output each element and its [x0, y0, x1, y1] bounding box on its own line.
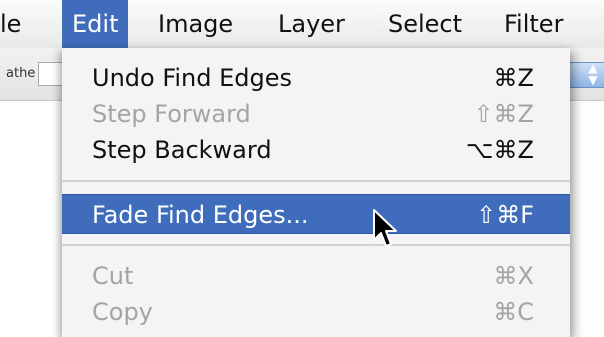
- menu-item-label: Step Backward: [92, 136, 272, 164]
- menu-item-fade[interactable]: Fade Find Edges... ⇧⌘F: [62, 194, 570, 234]
- arrow-pointer-icon: [373, 209, 397, 247]
- menu-item-shortcut: ⌘X: [493, 262, 534, 290]
- menu-item-undo[interactable]: Undo Find Edges ⌘Z: [62, 58, 570, 96]
- menu-item-label: Copy: [92, 298, 153, 326]
- feather-label: athe: [6, 66, 36, 81]
- menu-item-shortcut: ⇧⌘F: [476, 201, 534, 229]
- menubar-item-file[interactable]: le: [0, 0, 31, 48]
- menu-item-label: Fade Find Edges...: [92, 201, 309, 229]
- menu-item-label: Step Forward: [92, 100, 251, 128]
- menu-item-shortcut: ⌥⌘Z: [465, 136, 534, 164]
- menu-bar: le Edit Image Layer Select Filter: [0, 0, 604, 49]
- menu-item-shortcut: ⌘C: [493, 298, 534, 326]
- menubar-item-image[interactable]: Image: [148, 0, 243, 48]
- menu-separator: [62, 180, 570, 182]
- menubar-item-edit[interactable]: Edit: [62, 0, 129, 48]
- menu-item-step-backward[interactable]: Step Backward ⌥⌘Z: [62, 130, 570, 168]
- menubar-item-select[interactable]: Select: [378, 0, 472, 48]
- edit-menu: Undo Find Edges ⌘Z Step Forward ⇧⌘Z Step…: [62, 48, 570, 337]
- menu-item-shortcut: ⇧⌘Z: [473, 100, 534, 128]
- menu-item-label: Cut: [92, 262, 134, 290]
- menubar-item-filter[interactable]: Filter: [494, 0, 573, 48]
- menu-item-step-forward: Step Forward ⇧⌘Z: [62, 94, 570, 132]
- menu-item-label: Undo Find Edges: [92, 64, 293, 92]
- menu-item-shortcut: ⌘Z: [493, 64, 534, 92]
- up-down-arrows-icon: ▲ ▼: [588, 61, 598, 87]
- menu-separator: [62, 244, 570, 246]
- menubar-item-layer[interactable]: Layer: [268, 0, 355, 48]
- menu-item-cut: Cut ⌘X: [62, 256, 570, 294]
- menu-item-copy: Copy ⌘C: [62, 292, 570, 330]
